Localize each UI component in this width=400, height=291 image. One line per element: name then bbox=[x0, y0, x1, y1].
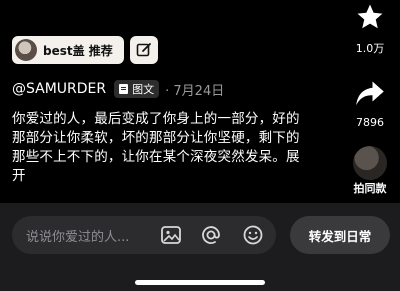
edit-button[interactable] bbox=[130, 36, 158, 64]
emoji-icon[interactable] bbox=[242, 224, 264, 246]
share-arrow-icon bbox=[356, 81, 384, 106]
recommender-avatar bbox=[15, 39, 37, 61]
remix-thumbnail bbox=[353, 146, 387, 180]
post-date: · 7月24日 bbox=[165, 83, 225, 99]
remix-label: 拍同款 bbox=[353, 182, 387, 195]
mention-icon[interactable] bbox=[200, 224, 222, 246]
post-caption[interactable]: 你爱过的人，最后变成了你身上的一部分，好的那部分让你柔软，坏的那部分让你坚硬，剩… bbox=[12, 110, 312, 186]
share-button[interactable]: 7896 bbox=[345, 80, 395, 130]
forward-to-daily-button[interactable]: 转发到日常 bbox=[290, 216, 390, 254]
comment-placeholder: 说说你爱过的人... bbox=[26, 229, 130, 245]
star-icon bbox=[357, 4, 383, 29]
document-icon bbox=[119, 84, 129, 94]
author-name[interactable]: @SAMURDER bbox=[12, 81, 106, 97]
post-type-tag: 图文 bbox=[114, 80, 160, 98]
recommend-label: best盖 推荐 bbox=[43, 43, 113, 58]
post-type-label: 图文 bbox=[132, 83, 155, 96]
comment-input[interactable]: 说说你爱过的人... bbox=[12, 216, 276, 254]
home-indicator bbox=[135, 280, 265, 285]
share-count: 7896 bbox=[356, 116, 384, 129]
like-count: 1.0万 bbox=[355, 42, 385, 55]
post-meta: @SAMURDER 图文 · 7月24日 bbox=[12, 79, 224, 99]
remix-button[interactable]: 拍同款 bbox=[345, 146, 395, 196]
image-icon[interactable] bbox=[160, 224, 182, 246]
edit-square-icon bbox=[136, 43, 151, 57]
recommend-pill[interactable]: best盖 推荐 bbox=[12, 36, 124, 64]
like-button[interactable]: 1.0万 bbox=[345, 2, 395, 58]
